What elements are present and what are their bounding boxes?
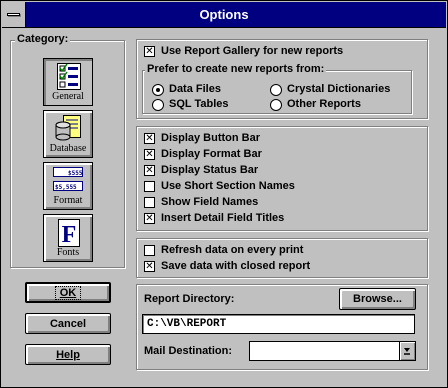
display-status-bar-label: Display Status Bar xyxy=(161,164,259,176)
cancel-button[interactable]: Cancel xyxy=(25,313,111,334)
system-menu-icon xyxy=(7,13,20,16)
report-directory-input[interactable]: C:\VB\REPORT xyxy=(142,314,415,334)
svg-text:F: F xyxy=(62,222,77,247)
save-data-label: Save data with closed report xyxy=(161,260,311,272)
fonts-icon: F xyxy=(58,219,80,247)
data-files-label: Data Files xyxy=(169,83,221,95)
category-fonts-button[interactable]: F Fonts xyxy=(43,214,93,262)
category-general-label: General xyxy=(52,91,84,102)
crystal-dictionaries-label: Crystal Dictionaries xyxy=(287,83,391,95)
help-button-label: Help xyxy=(56,348,80,361)
format-icon: $555.55 $5,555 xyxy=(53,167,83,191)
display-status-bar-checkbox[interactable]: ✕ xyxy=(144,165,155,176)
category-format-label: Format xyxy=(53,195,83,206)
display-button-bar-checkbox[interactable]: ✕ xyxy=(144,133,155,144)
mail-destination-label: Mail Destination: xyxy=(144,345,233,357)
sql-tables-label: SQL Tables xyxy=(169,98,229,110)
help-button[interactable]: Help xyxy=(25,344,111,365)
display-format-bar-checkbox[interactable]: ✕ xyxy=(144,149,155,160)
display-format-bar-label: Display Format Bar xyxy=(161,148,262,160)
category-database-button[interactable]: Database xyxy=(43,110,93,158)
data-files-radio[interactable] xyxy=(152,84,164,96)
insert-detail-field-titles-label: Insert Detail Field Titles xyxy=(161,212,285,224)
refresh-data-label: Refresh data on every print xyxy=(161,244,304,256)
other-reports-label: Other Reports xyxy=(287,98,361,110)
ok-button-label: OK xyxy=(54,285,82,300)
use-gallery-checkbox[interactable]: ✕ xyxy=(144,46,155,57)
category-general-button[interactable]: General xyxy=(43,58,93,106)
svg-text:$555.55: $555.55 xyxy=(68,170,83,177)
crystal-dictionaries-radio[interactable] xyxy=(270,84,282,96)
title-bar: Options xyxy=(2,2,446,28)
system-menu-button[interactable] xyxy=(2,2,26,27)
category-legend: Category: xyxy=(15,33,71,45)
other-reports-radio[interactable] xyxy=(270,99,282,111)
browse-button[interactable]: Browse... xyxy=(339,288,416,310)
display-button-bar-label: Display Button Bar xyxy=(161,132,261,144)
window-title: Options xyxy=(199,7,249,22)
short-section-names-label: Use Short Section Names xyxy=(161,180,295,192)
category-format-button[interactable]: $555.55 $5,555 Format xyxy=(43,162,93,210)
general-checklist-icon xyxy=(57,63,81,90)
database-icon xyxy=(55,115,81,141)
browse-button-label: Browse... xyxy=(353,293,402,305)
show-field-names-label: Show Field Names xyxy=(161,196,259,208)
chevron-down-icon xyxy=(404,348,410,355)
mail-destination-select[interactable] xyxy=(249,341,416,361)
report-directory-value: C:\VB\REPORT xyxy=(147,318,227,330)
insert-detail-field-titles-checkbox[interactable]: ✕ xyxy=(144,213,155,224)
sql-tables-radio[interactable] xyxy=(152,99,164,111)
save-data-checkbox[interactable]: ✕ xyxy=(144,261,155,272)
report-directory-label: Report Directory: xyxy=(144,293,235,305)
show-field-names-checkbox[interactable] xyxy=(144,197,155,208)
use-gallery-label: Use Report Gallery for new reports xyxy=(161,45,344,57)
cancel-button-label: Cancel xyxy=(49,317,87,330)
short-section-names-checkbox[interactable] xyxy=(144,181,155,192)
dropdown-arrow-button[interactable] xyxy=(399,342,415,360)
refresh-data-checkbox[interactable] xyxy=(144,245,155,256)
category-database-label: Database xyxy=(49,143,87,154)
ok-button[interactable]: OK xyxy=(25,282,111,303)
options-dialog: Options Category: General Database $555 … xyxy=(0,0,448,388)
category-fonts-label: Fonts xyxy=(56,247,80,258)
svg-text:$5,555: $5,555 xyxy=(55,184,77,191)
prefer-legend: Prefer to create new reports from: xyxy=(145,63,327,75)
